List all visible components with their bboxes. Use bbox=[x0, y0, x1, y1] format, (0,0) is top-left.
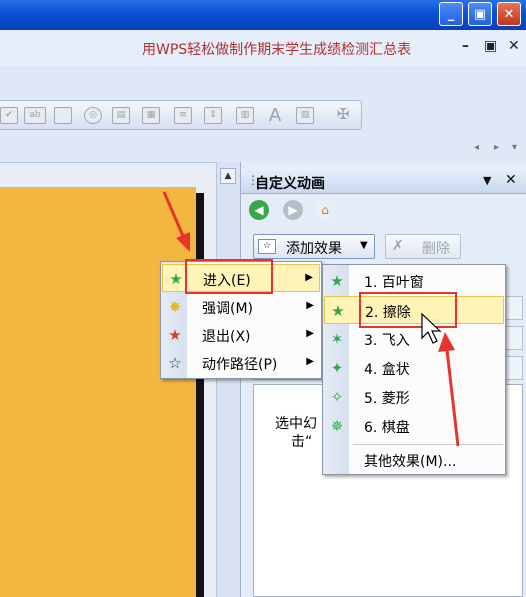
slide-workspace bbox=[0, 162, 216, 597]
star-yellow-icon: ✸ bbox=[168, 298, 182, 316]
star-green-icon: ★ bbox=[331, 302, 345, 320]
menu-item-motion-path[interactable]: ☆ 动作路径(P) ▶ bbox=[162, 349, 320, 377]
textbox-icon[interactable]: ab bbox=[24, 107, 46, 124]
overflow-icon[interactable]: ▾ bbox=[512, 142, 517, 153]
button-control-icon[interactable] bbox=[54, 107, 72, 124]
close-button[interactable]: ✕ bbox=[497, 2, 521, 26]
hint-text-line1: 选中幻 bbox=[275, 416, 317, 432]
pane-close-icon[interactable]: ✕ bbox=[505, 172, 517, 188]
submenu-item-label: 6. 棋盘 bbox=[364, 420, 410, 436]
submenu-item-box[interactable]: ✦ 4. 盒状 bbox=[324, 354, 504, 382]
scroll-left-icon[interactable]: ◂ bbox=[474, 142, 479, 153]
slide-canvas[interactable] bbox=[0, 187, 196, 597]
star-green-icon: ★ bbox=[330, 272, 344, 290]
submenu-item-label: 3. 飞入 bbox=[364, 333, 410, 349]
doc-restore-button[interactable]: ▣ bbox=[484, 38, 497, 54]
star-green-icon: ★ bbox=[169, 270, 183, 288]
submenu-item-label: 1. 百叶窗 bbox=[364, 275, 424, 291]
submenu-item-more-effects[interactable]: 其他效果(M)... bbox=[324, 446, 504, 474]
star-green-icon: ✦ bbox=[330, 359, 344, 377]
scroll-right-icon[interactable]: ▸ bbox=[494, 142, 499, 153]
minimize-icon: _ bbox=[447, 6, 455, 22]
star-red-icon: ★ bbox=[168, 326, 182, 344]
annotation-box-entrance bbox=[185, 259, 273, 294]
submenu-item-label: 其他效果(M)... bbox=[364, 454, 457, 470]
check-icon[interactable]: ✔ bbox=[0, 107, 18, 124]
label-icon[interactable]: A bbox=[266, 107, 284, 125]
menu-item-label: 退出(X) bbox=[202, 329, 251, 345]
task-pane-header: ⋮ 自定义动画 ▼ ✕ bbox=[241, 168, 526, 194]
menu-item-emphasis[interactable]: ✸ 强调(M) ▶ bbox=[162, 293, 320, 321]
restore-icon: ▣ bbox=[473, 6, 487, 22]
star-green-icon: ✶ bbox=[330, 330, 344, 348]
listbox-icon[interactable]: ▤ bbox=[112, 107, 130, 124]
forward-icon[interactable]: ▶ bbox=[283, 200, 303, 220]
delete-label: 删除 bbox=[422, 241, 450, 257]
spinner-icon[interactable]: ⇕ bbox=[204, 107, 222, 124]
drawing-toolbar: ✔ ab ◎ ▤ ▦ ≡ ⇕ ▥ A ▧ ✠ bbox=[0, 100, 362, 130]
submenu-item-label: 5. 菱形 bbox=[364, 391, 410, 407]
restore-button[interactable]: ▣ bbox=[468, 2, 492, 26]
add-effect-label: 添加效果 bbox=[286, 241, 342, 257]
submenu-item-fly-in[interactable]: ✶ 3. 飞入 bbox=[324, 325, 504, 353]
scrollbar-icon[interactable]: ▥ bbox=[236, 107, 254, 124]
task-pane-title: 自定义动画 bbox=[255, 176, 325, 192]
submenu-arrow-icon: ▶ bbox=[306, 300, 314, 311]
delete-icon: ✗ bbox=[392, 238, 404, 254]
submenu-item-blinds[interactable]: ★ 1. 百叶窗 bbox=[324, 267, 504, 295]
window-titlebar: _ ▣ ✕ bbox=[0, 0, 526, 30]
home-icon[interactable]: ⌂ bbox=[315, 200, 335, 220]
collapse-arrow-icon[interactable]: ▲ bbox=[220, 168, 236, 184]
menu-separator bbox=[353, 444, 503, 445]
add-effect-icon: ☆ bbox=[258, 239, 276, 254]
doc-close-button[interactable]: ✕ bbox=[508, 38, 520, 54]
document-title: 用WPS轻松做制作期末学生成绩检测汇总表 bbox=[142, 42, 412, 58]
pane-splitter[interactable]: ▲ bbox=[216, 162, 240, 597]
back-icon[interactable]: ◀ bbox=[249, 200, 269, 220]
combobox-icon[interactable]: ▦ bbox=[142, 107, 160, 124]
submenu-arrow-icon: ▶ bbox=[305, 272, 313, 283]
submenu-arrow-icon: ▶ bbox=[306, 356, 314, 367]
menu-item-label: 动作路径(P) bbox=[202, 357, 278, 373]
option-button-icon[interactable]: ◎ bbox=[84, 107, 102, 124]
delete-button[interactable]: ✗ 删除 bbox=[385, 234, 461, 259]
doc-minimize-button[interactable]: – bbox=[462, 38, 469, 54]
menu-item-label: 强调(M) bbox=[202, 301, 254, 317]
star-green-icon: ✵ bbox=[330, 417, 344, 435]
slide-shadow bbox=[196, 193, 204, 597]
tools-icon[interactable]: ✠ bbox=[334, 107, 352, 124]
menu-item-exit[interactable]: ★ 退出(X) ▶ bbox=[162, 321, 320, 349]
close-icon: ✕ bbox=[503, 6, 515, 22]
annotation-box-wipe bbox=[359, 292, 457, 328]
submenu-item-diamond[interactable]: ✧ 5. 菱形 bbox=[324, 383, 504, 411]
minimize-button[interactable]: _ bbox=[439, 2, 463, 26]
star-outline-icon: ☆ bbox=[168, 354, 182, 372]
toolbar-area: ✔ ab ◎ ▤ ▦ ≡ ⇕ ▥ A ▧ ✠ ◂ ▸ ▾ bbox=[0, 66, 526, 162]
chevron-down-icon: ▼ bbox=[360, 240, 368, 251]
pane-menu-icon[interactable]: ▼ bbox=[483, 174, 491, 187]
image-icon[interactable]: ▧ bbox=[296, 107, 314, 124]
document-bar: 用WPS轻松做制作期末学生成绩检测汇总表 – ▣ ✕ bbox=[0, 30, 526, 66]
submenu-item-checkerboard[interactable]: ✵ 6. 棋盘 bbox=[324, 412, 504, 440]
star-green-icon: ✧ bbox=[330, 388, 344, 406]
submenu-arrow-icon: ▶ bbox=[306, 328, 314, 339]
toggle-icon[interactable]: ≡ bbox=[174, 107, 192, 124]
submenu-item-label: 4. 盒状 bbox=[364, 362, 410, 378]
hint-text-line2: 击“ bbox=[291, 434, 313, 450]
add-effect-button[interactable]: ☆ 添加效果 ▼ bbox=[253, 234, 375, 259]
